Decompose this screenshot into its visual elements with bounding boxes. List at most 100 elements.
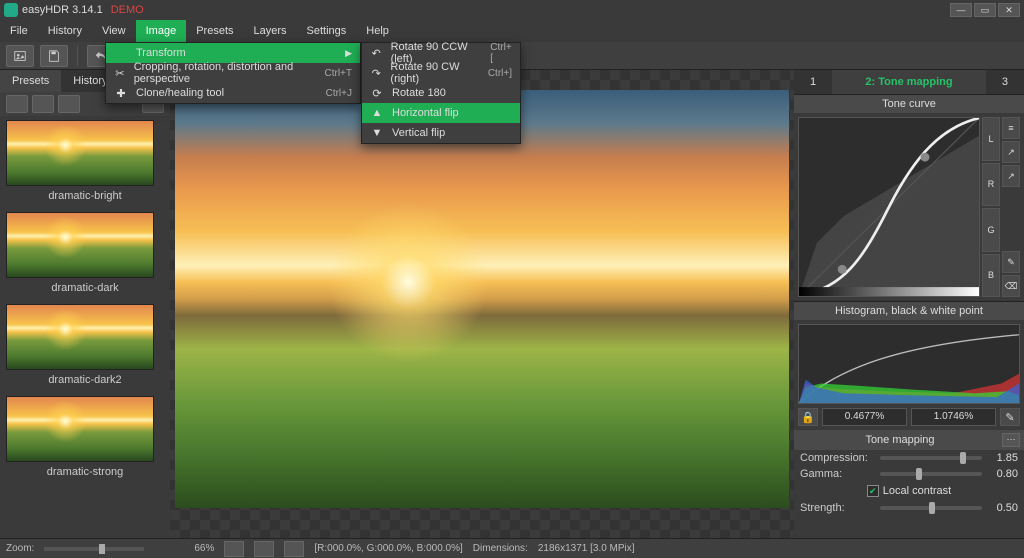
- channel-buttons: L R G B: [982, 117, 1000, 297]
- compression-value: 1.85: [988, 452, 1018, 464]
- local-contrast-checkbox[interactable]: ✔: [867, 485, 879, 497]
- submenu-vflip[interactable]: ▼ Vertical flip: [362, 123, 520, 143]
- zoom-percent: 66%: [194, 543, 214, 554]
- preset-item[interactable]: dramatic-dark2: [6, 304, 164, 394]
- menu-item-label: Vertical flip: [392, 127, 445, 139]
- maximize-button[interactable]: ▭: [974, 3, 996, 17]
- tone-curve-chart[interactable]: [798, 117, 980, 297]
- curve-reset-button[interactable]: ⌫: [1002, 275, 1020, 297]
- menu-image[interactable]: Image: [136, 20, 187, 42]
- channel-r[interactable]: R: [982, 163, 1000, 207]
- submenu-hflip[interactable]: ▲ Horizontal flip: [362, 103, 520, 123]
- curve-edit-button[interactable]: ✎: [1002, 251, 1020, 273]
- section-title-tonemap: Tone mapping: [798, 434, 1002, 446]
- snapshot-button[interactable]: [254, 541, 274, 557]
- channel-g[interactable]: G: [982, 208, 1000, 252]
- blackwhite-row: 🔒 0.4677% 1.0746% ✎: [794, 408, 1024, 430]
- dimensions-value: 2186x1371 [3.0 MPix]: [538, 543, 635, 554]
- menu-shortcut: Ctrl+[: [490, 42, 512, 64]
- demo-badge: DEMO: [111, 4, 144, 16]
- submenu-rotate-180[interactable]: ⟳ Rotate 180: [362, 83, 520, 103]
- menu-item-crop[interactable]: ✂ Cropping, rotation, distortion and per…: [106, 63, 360, 83]
- menu-item-clone[interactable]: ✚ Clone/healing tool Ctrl+J: [106, 83, 360, 103]
- menu-item-label: Transform: [136, 47, 186, 59]
- right-panel: 1 2: Tone mapping 3 Tone curve L: [794, 70, 1024, 538]
- preset-thumb: [6, 120, 154, 186]
- histogram-chart[interactable]: [798, 324, 1020, 404]
- curve-preset2-button[interactable]: ↗: [1002, 165, 1020, 187]
- gamma-row: Gamma: 0.80: [794, 466, 1024, 482]
- main-image[interactable]: [175, 90, 789, 508]
- menu-item-label: Horizontal flip: [392, 107, 459, 119]
- tone-mapping-menu-button[interactable]: ⋯: [1002, 433, 1020, 447]
- step-1-tab[interactable]: 1: [794, 70, 832, 94]
- menu-item-label: Cropping, rotation, distortion and persp…: [134, 61, 317, 85]
- preset-list[interactable]: dramatic-bright dramatic-dark dramatic-d…: [0, 116, 170, 538]
- zoom-slider[interactable]: [44, 547, 144, 551]
- menu-history[interactable]: History: [38, 20, 92, 42]
- menu-item-label: Clone/healing tool: [136, 87, 224, 99]
- strength-label: Strength:: [800, 502, 874, 514]
- menu-help[interactable]: Help: [356, 20, 399, 42]
- menu-file[interactable]: File: [0, 20, 38, 42]
- clone-icon: ✚: [114, 87, 128, 100]
- menu-shortcut: Ctrl+T: [325, 68, 353, 79]
- menu-presets[interactable]: Presets: [186, 20, 243, 42]
- preset-item[interactable]: dramatic-dark: [6, 212, 164, 302]
- gamma-slider[interactable]: [880, 472, 982, 476]
- minimize-button[interactable]: —: [950, 3, 972, 17]
- curve-list-button[interactable]: ≡: [1002, 117, 1020, 139]
- preset-label: dramatic-bright: [6, 186, 164, 210]
- preset-home-button[interactable]: [32, 95, 54, 113]
- local-contrast-row[interactable]: ✔ Local contrast: [794, 482, 1024, 500]
- section-title-histogram: Histogram, black & white point: [794, 301, 1024, 320]
- menu-item-label: Rotate 180: [392, 87, 446, 99]
- save-button[interactable]: [40, 45, 68, 67]
- step-2-tab[interactable]: 2: Tone mapping: [832, 70, 986, 94]
- menubar: File History View Image Presets Layers S…: [0, 20, 1024, 42]
- preset-label: dramatic-dark: [6, 278, 164, 302]
- white-point-field[interactable]: 1.0746%: [911, 408, 996, 426]
- submenu-rotate-ccw[interactable]: ↶ Rotate 90 CCW (left) Ctrl+[: [362, 43, 520, 63]
- preset-label: dramatic-dark2: [6, 370, 164, 394]
- preset-item[interactable]: dramatic-bright: [6, 120, 164, 210]
- app-title: easyHDR 3.14.1: [22, 4, 103, 16]
- preset-fav-button[interactable]: [58, 95, 80, 113]
- rgb-readout: [R:000.0%, G:000.0%, B:000.0%]: [314, 543, 462, 554]
- step-3-tab[interactable]: 3: [986, 70, 1024, 94]
- channel-l[interactable]: L: [982, 117, 1000, 161]
- left-panel: Presets History dramatic-bright dramatic…: [0, 70, 170, 538]
- compression-slider[interactable]: [880, 456, 982, 460]
- menu-item-transform[interactable]: Transform ▶: [106, 43, 360, 63]
- vflip-icon: ▼: [370, 127, 384, 139]
- image-dropdown: Transform ▶ ✂ Cropping, rotation, distor…: [105, 42, 361, 104]
- menu-view[interactable]: View: [92, 20, 136, 42]
- rotate-180-icon: ⟳: [370, 87, 384, 100]
- preset-thumb: [6, 212, 154, 278]
- menu-layers[interactable]: Layers: [244, 20, 297, 42]
- close-button[interactable]: ✕: [998, 3, 1020, 17]
- curve-preset1-button[interactable]: ↗: [1002, 141, 1020, 163]
- submenu-rotate-cw[interactable]: ↷ Rotate 90 CW (right) Ctrl+]: [362, 63, 520, 83]
- compare-button[interactable]: [284, 541, 304, 557]
- preset-item[interactable]: dramatic-strong: [6, 396, 164, 486]
- menu-item-label: Rotate 90 CW (right): [390, 61, 479, 85]
- open-image-button[interactable]: [6, 45, 34, 67]
- rotate-ccw-icon: ↶: [370, 47, 383, 60]
- picker-button[interactable]: ✎: [1000, 408, 1020, 426]
- curve-tools: ≡ ↗ ↗ ✎ ⌫: [1002, 117, 1020, 297]
- channel-b[interactable]: B: [982, 254, 1000, 298]
- menu-shortcut: Ctrl+J: [326, 88, 352, 99]
- menu-settings[interactable]: Settings: [297, 20, 357, 42]
- tab-presets[interactable]: Presets: [0, 70, 61, 92]
- black-point-field[interactable]: 0.4677%: [822, 408, 907, 426]
- local-contrast-label: Local contrast: [883, 485, 951, 497]
- preset-thumb: [6, 304, 154, 370]
- zoom-label: Zoom:: [6, 543, 34, 554]
- preset-thumb: [6, 396, 154, 462]
- preset-user-button[interactable]: [6, 95, 28, 113]
- submenu-arrow-icon: ▶: [345, 48, 352, 59]
- lock-button[interactable]: 🔒: [798, 408, 818, 426]
- strength-slider[interactable]: [880, 506, 982, 510]
- zoom-fit-button[interactable]: [224, 541, 244, 557]
